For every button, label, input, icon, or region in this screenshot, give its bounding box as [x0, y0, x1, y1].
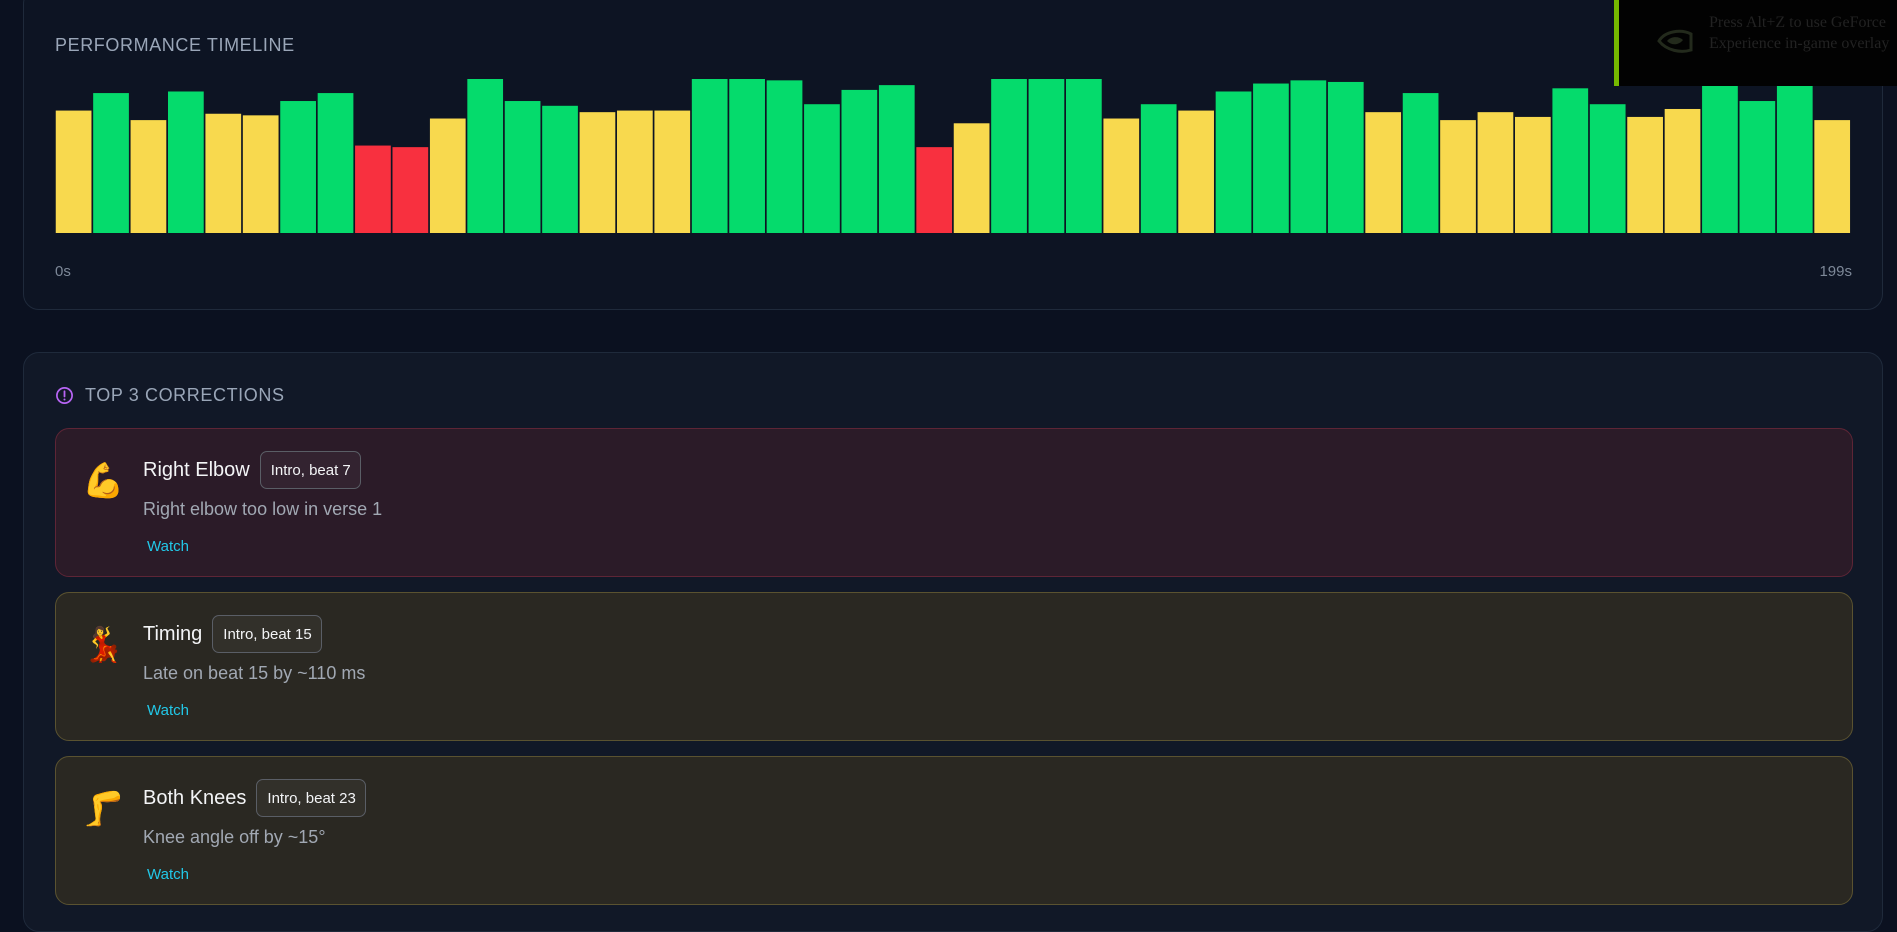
timeline-bar-good — [1702, 79, 1738, 233]
timeline-bar-good — [1739, 101, 1776, 233]
timeline-bar-good — [317, 93, 354, 233]
timeline-bar-ok — [953, 123, 990, 233]
timeline-bar-ok — [1440, 120, 1476, 233]
timeline-bar-good — [1066, 79, 1102, 233]
timeline-bar-good — [729, 79, 765, 233]
timeline-bar-good — [691, 79, 728, 233]
correction-title: Timing — [143, 622, 203, 645]
timeline-bar-ok — [55, 110, 92, 233]
timeline-axis-end: 199s — [1819, 263, 1852, 280]
timeline-bar-good — [467, 79, 504, 233]
timeline-bar-good — [804, 104, 840, 233]
timeline-bar-ok — [130, 120, 167, 233]
timeline-bar-good — [542, 105, 578, 233]
timeline-bar-ok — [1627, 116, 1663, 233]
timeline-bar-good — [1552, 88, 1589, 233]
timeline-bar-ok — [429, 118, 466, 233]
timeline-bar-good — [1290, 80, 1327, 233]
timeline-bar-good — [1028, 79, 1065, 233]
timeline-bar-good — [1589, 104, 1626, 233]
correction-item-timing: 💃 Timing Intro, beat 15 Late on beat 15 … — [55, 592, 1853, 741]
timeline-axis-start: 0s — [55, 263, 71, 280]
overlay-message: Press Alt+Z to use GeForce Experience in… — [1709, 14, 1890, 52]
top-corrections-card: TOP 3 CORRECTIONS 💪 Right Elbow Intro, b… — [23, 352, 1883, 932]
timeline-bar-good — [1215, 91, 1252, 233]
correction-description: Right elbow too low in verse 1 — [143, 499, 383, 519]
alert-circle-icon — [56, 387, 73, 404]
correction-title-row: Both Knees Intro, beat 23 — [143, 779, 366, 817]
timeline-title: PERFORMANCE TIMELINE — [55, 35, 295, 55]
watch-link[interactable]: Watch — [147, 866, 189, 883]
timeline-bar-good — [841, 89, 878, 233]
timeline-bar-bad — [392, 147, 429, 233]
corrections-header: TOP 3 CORRECTIONS — [55, 385, 285, 406]
timeline-bar-ok — [579, 112, 616, 233]
timeline-bar-good — [93, 93, 129, 233]
correction-title-row: Right Elbow Intro, beat 7 — [143, 451, 361, 489]
timeline-bar-ok — [1814, 120, 1851, 233]
timeline-bar-ok — [1178, 110, 1214, 233]
timeline-bar-ok — [205, 113, 242, 233]
timeline-bar-ok — [242, 115, 279, 233]
performance-timeline-card: PERFORMANCE TIMELINE 0s 199s — [23, 0, 1883, 310]
correction-title: Right Elbow — [143, 458, 250, 481]
timeline-bar-ok — [1103, 118, 1140, 233]
timeline-bar-good — [991, 79, 1027, 233]
watch-link[interactable]: Watch — [147, 702, 189, 719]
beat-badge: Intro, beat 7 — [259, 451, 361, 489]
timeline-bar-ok — [617, 110, 653, 233]
timeline-bar-ok — [654, 110, 691, 233]
correction-description: Late on beat 15 by ~110 ms — [143, 663, 366, 683]
timeline-bar-good — [1402, 93, 1439, 233]
timeline-bar-ok — [1365, 112, 1402, 233]
timeline-bar-good — [1776, 79, 1813, 233]
timeline-bar-good — [1253, 83, 1289, 233]
correction-description: Knee angle off by ~15° — [143, 827, 326, 847]
nvidia-logo-icon — [1657, 29, 1693, 53]
flexed-biceps-icon: 💪 — [82, 462, 125, 500]
timeline-bar-good — [168, 91, 204, 233]
dancer-icon: 💃 — [82, 626, 125, 664]
performance-bar-chart — [55, 79, 1851, 233]
beat-badge: Intro, beat 23 — [256, 779, 366, 817]
correction-item-right-elbow: 💪 Right Elbow Intro, beat 7 Right elbow … — [55, 428, 1853, 577]
leg-icon: 🦵 — [82, 790, 125, 828]
correction-title: Both Knees — [143, 786, 247, 809]
timeline-bar-good — [280, 101, 316, 233]
timeline-bar-ok — [1515, 116, 1551, 233]
beat-badge: Intro, beat 15 — [212, 615, 322, 653]
timeline-bar-good — [1140, 104, 1177, 233]
watch-link[interactable]: Watch — [147, 538, 189, 555]
corrections-title: TOP 3 CORRECTIONS — [85, 385, 285, 405]
correction-item-both-knees: 🦵 Both Knees Intro, beat 23 Knee angle o… — [55, 756, 1853, 905]
timeline-bar-good — [1327, 81, 1364, 233]
timeline-bar-good — [504, 101, 541, 233]
timeline-bar-ok — [1477, 112, 1514, 233]
timeline-bar-good — [878, 85, 915, 233]
timeline-bar-bad — [916, 147, 953, 233]
geforce-overlay-toast: Press Alt+Z to use GeForce Experience in… — [1614, 0, 1897, 86]
timeline-bar-good — [766, 80, 803, 233]
correction-title-row: Timing Intro, beat 15 — [143, 615, 322, 653]
timeline-bar-ok — [1664, 108, 1701, 233]
timeline-bar-bad — [355, 145, 391, 233]
